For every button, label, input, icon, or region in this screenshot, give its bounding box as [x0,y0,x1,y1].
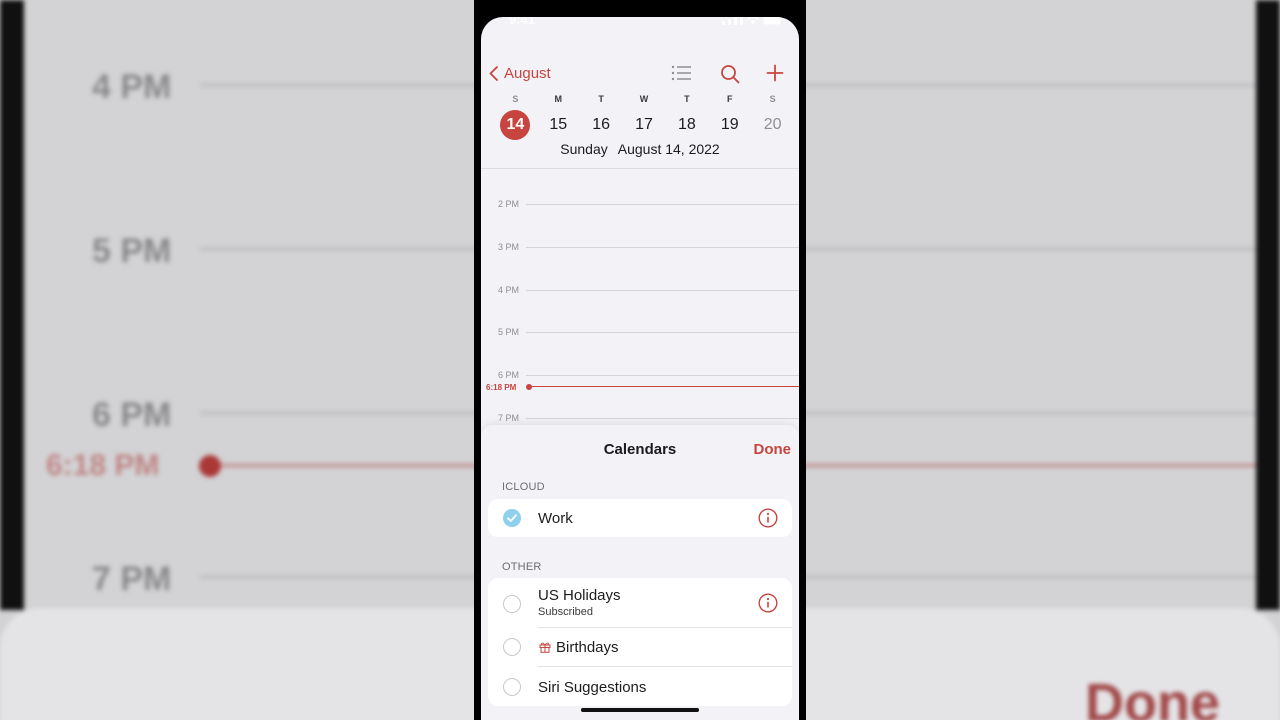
done-button[interactable]: Done [754,441,792,458]
calendar-checkbox[interactable] [503,638,521,656]
weekday-label: S [769,94,776,104]
hour-label: 5 PM [498,327,520,337]
plus-icon [766,64,784,82]
calendar-row-birthdays[interactable]: Birthdays [488,628,792,667]
calendar-row-us-holidays[interactable]: US Holidays Subscribed [488,578,792,628]
calendar-name: Work [538,510,573,527]
week-strip: 14 15 16 17 18 19 20 [494,110,794,140]
date-cell[interactable]: 18 [665,110,708,140]
home-indicator [581,708,699,712]
calendar-row-work[interactable]: Work [488,499,792,537]
section-header-other: OTHER [502,561,542,573]
weekday-label: W [639,94,649,104]
hour-label: 7 PM [498,413,520,423]
hour-label: 4 PM [498,285,520,295]
list-view-button[interactable] [671,64,693,87]
gift-icon [539,642,551,653]
date-cell[interactable]: 15 [537,110,580,140]
weekday-label: T [684,94,690,104]
calendar-checkbox-checked[interactable] [503,509,521,527]
hour-label: 2 PM [498,199,520,209]
weekday-name: Sunday [560,141,608,157]
status-time: 9:41 [509,17,536,27]
hour-label: 3 PM [498,242,520,252]
calendars-sheet: Calendars Done ICLOUD Work OTHER US Holi… [481,425,799,720]
wifi-icon [747,17,759,24]
hour-label: 6 PM [498,370,520,380]
section-header-icloud: ICLOUD [502,481,545,493]
calendar-name: Birthdays [556,639,619,656]
current-time-line [529,386,799,387]
current-time-dot [526,384,532,390]
calendar-name: Siri Suggestions [538,679,647,696]
selected-date-caption: Sunday August 14, 2022 [481,141,799,157]
date-cell[interactable]: 17 [623,110,666,140]
weekday-label: S [512,94,519,104]
other-calendar-group: US Holidays Subscribed Birthdays Siri Su… [488,578,792,706]
battery-icon [763,17,781,25]
info-button[interactable] [758,593,778,618]
search-button[interactable] [720,64,740,89]
info-icon [758,593,778,613]
current-time-label: 6:18 PM [486,383,517,392]
weekday-label: M [554,94,563,104]
search-icon [721,65,740,84]
calendar-name: US Holidays [538,587,621,604]
weekday-label: F [726,94,733,104]
date-cell[interactable]: 20 [751,110,794,140]
phone-frame: 9:41 August S M T W T F S 14 15 16 17 18… [474,0,806,720]
calendar-checkbox[interactable] [503,595,521,613]
sheet-title: Calendars [603,441,677,458]
list-icon [671,65,691,81]
calendar-screen: 9:41 August S M T W T F S 14 15 16 17 18… [481,17,799,720]
calendar-checkbox[interactable] [503,678,521,696]
status-icons [722,17,783,25]
back-button[interactable]: August [489,65,551,82]
info-icon [758,508,778,528]
icloud-calendar-group: Work [488,499,792,537]
date-cell[interactable]: 16 [580,110,623,140]
info-button[interactable] [758,508,778,533]
header-divider [481,168,799,169]
calendar-row-siri-suggestions[interactable]: Siri Suggestions [488,667,792,706]
date-number: 14 [500,110,531,140]
calendar-subtitle: Subscribed [538,606,594,618]
date-cell[interactable]: 19 [708,110,751,140]
weekday-label: T [598,94,604,104]
checkmark-icon [507,514,517,522]
signal-icon [722,21,725,25]
full-date: August 14, 2022 [617,141,720,157]
weekday-header: S M T W T F S [494,94,794,104]
add-event-button[interactable] [766,64,784,87]
date-cell-selected[interactable]: 14 [494,110,537,140]
back-label: August [504,65,551,82]
chevron-left-icon [489,66,498,81]
